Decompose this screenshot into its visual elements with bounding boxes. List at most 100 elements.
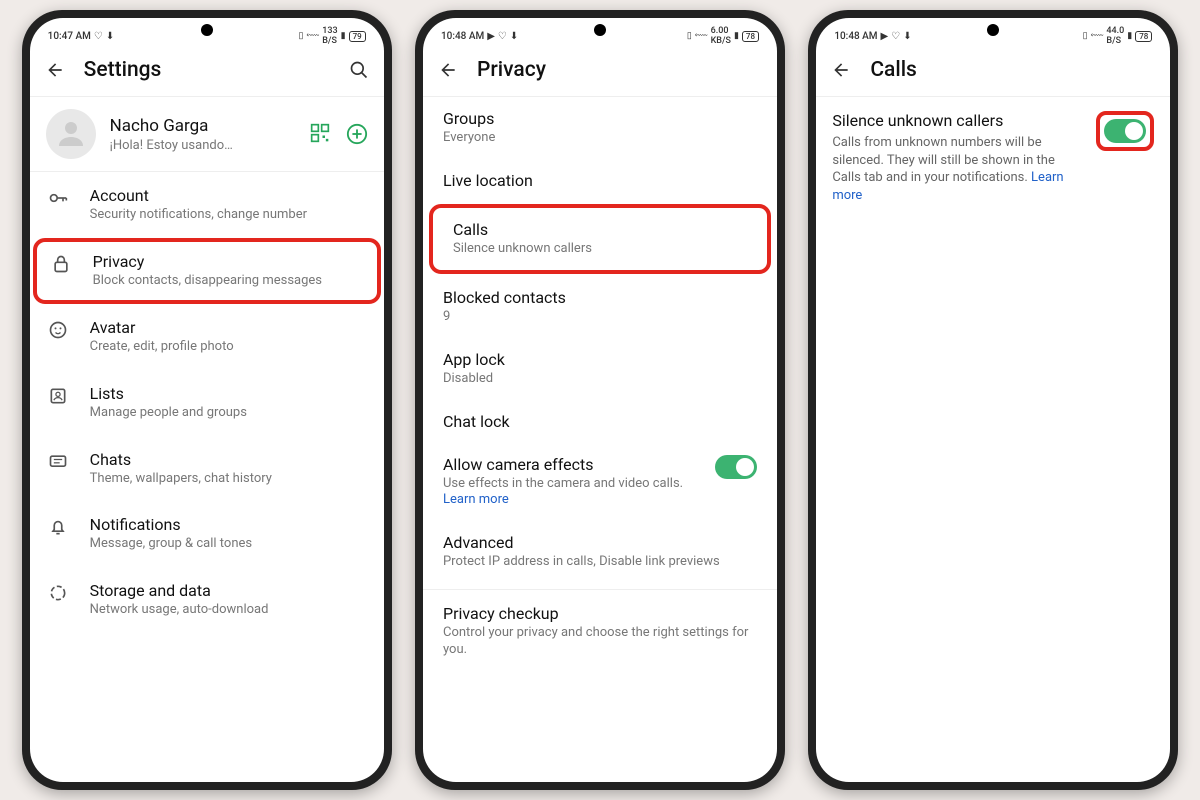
page-title: Settings [84,58,330,82]
back-button[interactable] [437,59,459,81]
net-speed: 44.0B/S [1106,26,1124,46]
page-title: Privacy [477,58,763,82]
qr-button[interactable] [310,123,332,145]
item-title: Allow camera effects [443,455,703,474]
item-title: Lists [90,384,368,403]
net-speed: 6.00KB/S [711,26,731,46]
contacts-icon [46,384,70,422]
video-icon: ▶ [881,31,889,42]
phone-frame-1: 10:47 AM ♡ ⬇ ▯ ⬳ 133B/S ▮ 79 Settings [22,10,392,790]
item-title: Silence unknown callers [832,111,1084,130]
settings-item-storage[interactable]: Storage and data Network usage, auto-dow… [30,567,384,633]
item-title: App lock [443,350,757,369]
privacy-item-live-location[interactable]: Live location [423,159,777,202]
clock: 10:48 AM [834,31,877,42]
item-title: Chats [90,450,368,469]
app-bar: Privacy [423,48,777,97]
privacy-item-calls[interactable]: Calls Silence unknown callers [429,204,771,274]
net-speed: 133B/S [322,26,337,46]
item-title: Account [90,186,368,205]
privacy-item-checkup[interactable]: Privacy checkup Control your privacy and… [423,589,777,671]
item-sub: Protect IP address in calls, Disable lin… [443,554,757,571]
learn-more-link[interactable]: Learn more [443,492,509,507]
profile-name: Nacho Garga [110,116,296,136]
face-icon [46,318,70,356]
item-title: Groups [443,109,757,128]
download-icon: ⬇ [903,31,911,42]
camera-effects-toggle[interactable] [715,455,757,479]
item-sub: Create, edit, profile photo [90,339,368,356]
item-sub: Network usage, auto-download [90,602,368,619]
clock: 10:47 AM [48,31,91,42]
arrow-left-icon [45,60,65,80]
add-button[interactable] [346,123,368,145]
signal-icon: ▮ [1127,31,1132,41]
settings-item-avatar[interactable]: Avatar Create, edit, profile photo [30,304,384,370]
item-sub: Security notifications, change number [90,207,368,224]
key-icon [46,186,70,224]
item-title: Privacy checkup [443,604,757,623]
privacy-item-advanced[interactable]: Advanced Protect IP address in calls, Di… [423,521,777,583]
toggle-highlight [1096,111,1154,151]
privacy-item-blocked[interactable]: Blocked contacts 9 [423,276,777,338]
item-sub: Disabled [443,371,757,388]
item-title: Live location [443,171,757,190]
storage-icon [46,581,70,619]
item-sub: Control your privacy and choose the righ… [443,625,757,659]
back-button[interactable] [44,59,66,81]
item-desc: Calls from unknown numbers will be silen… [832,134,1084,204]
settings-item-account[interactable]: Account Security notifications, change n… [30,172,384,238]
item-title: Blocked contacts [443,288,757,307]
silence-unknown-callers-row: Silence unknown callers Calls from unkno… [816,97,1170,214]
camera-notch [987,24,999,36]
plus-circle-icon [346,123,368,145]
settings-item-privacy[interactable]: Privacy Block contacts, disappearing mes… [33,238,381,304]
settings-item-chats[interactable]: Chats Theme, wallpapers, chat history [30,436,384,502]
search-icon [349,60,369,80]
item-sub: Message, group & call tones [90,536,368,553]
app-bar: Settings [30,48,384,97]
signal-icon: ▮ [734,31,739,41]
item-sub: 9 [443,309,757,326]
avatar [46,109,96,159]
wifi-icon: ⬳ [1091,31,1104,41]
signal-icon: ▮ [341,31,346,41]
item-title: Advanced [443,533,757,552]
phone-frame-2: 10:48 AM ▶ ♡ ⬇ ▯ ⬳ 6.00KB/S ▮ 78 Privacy… [415,10,785,790]
item-sub: Everyone [443,130,757,147]
heart-icon: ♡ [891,31,900,42]
silence-callers-toggle[interactable] [1104,119,1146,143]
item-sub: Block contacts, disappearing messages [93,273,365,290]
settings-item-lists[interactable]: Lists Manage people and groups [30,370,384,436]
privacy-item-chatlock[interactable]: Chat lock [423,400,777,443]
item-title: Storage and data [90,581,368,600]
volte-icon: ▯ [298,31,303,41]
item-title: Calls [453,220,747,239]
battery-icon: 78 [742,31,759,42]
item-sub: Theme, wallpapers, chat history [90,471,368,488]
settings-item-notifications[interactable]: Notifications Message, group & call tone… [30,501,384,567]
volte-icon: ▯ [1083,31,1088,41]
privacy-item-applock[interactable]: App lock Disabled [423,338,777,400]
person-icon [53,116,89,152]
search-button[interactable] [348,59,370,81]
item-title: Avatar [90,318,368,337]
profile-row[interactable]: Nacho Garga ¡Hola! Estoy usando… [30,97,384,172]
privacy-item-groups[interactable]: Groups Everyone [423,97,777,159]
back-button[interactable] [830,59,852,81]
item-sub: Use effects in the camera and video call… [443,476,703,510]
bell-icon [46,515,70,553]
battery-icon: 79 [349,31,366,42]
privacy-item-camera-effects[interactable]: Allow camera effects Use effects in the … [423,443,777,522]
battery-icon: 78 [1135,31,1152,42]
lock-icon [49,252,73,290]
qr-icon [310,123,330,143]
camera-notch [594,24,606,36]
video-icon: ▶ [487,31,495,42]
wifi-icon: ⬳ [306,31,319,41]
item-sub: Manage people and groups [90,405,368,422]
camera-notch [201,24,213,36]
arrow-left-icon [438,60,458,80]
item-title: Notifications [90,515,368,534]
item-title: Privacy [93,252,365,271]
